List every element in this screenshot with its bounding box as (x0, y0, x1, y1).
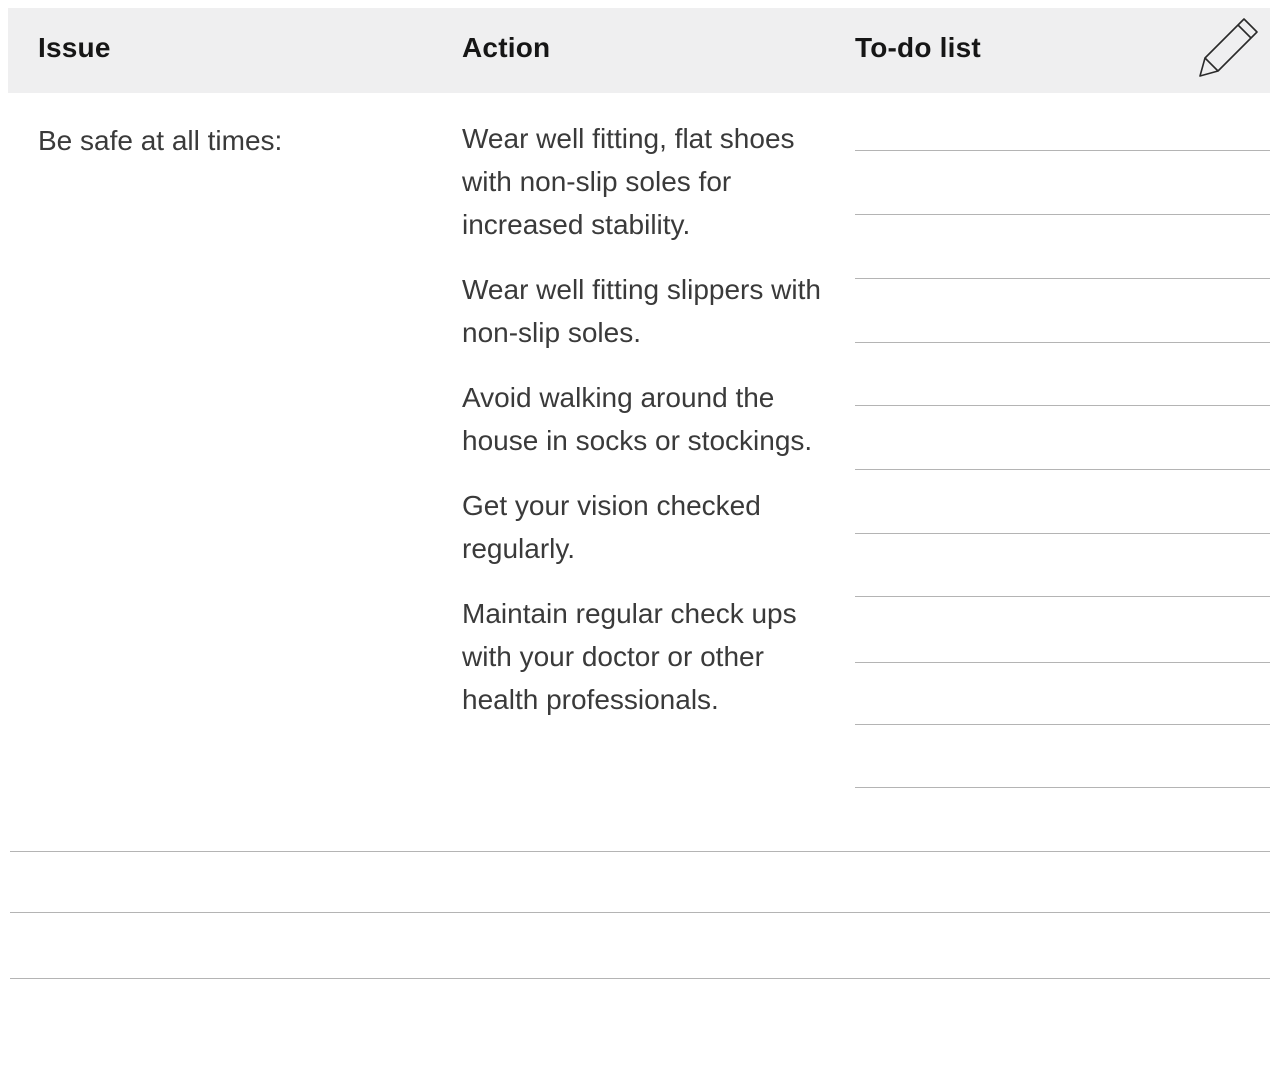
issue-text: Be safe at all times: (38, 125, 283, 156)
issue-column-header: Issue (38, 32, 111, 63)
todo-entry-line[interactable] (855, 596, 1270, 597)
notes-entry-line[interactable] (10, 978, 1270, 979)
todo-entry-line[interactable] (855, 405, 1270, 406)
todo-entry-line[interactable] (855, 787, 1270, 788)
todo-column-header: To-do list (855, 32, 981, 63)
todo-entry-line[interactable] (855, 278, 1270, 279)
action-item: Wear well fitting, flat shoes with non-s… (462, 123, 795, 240)
todo-entry-line[interactable] (855, 150, 1270, 151)
action-item: Wear well fitting slippers with non-slip… (462, 274, 821, 348)
action-item: Avoid walking around the house in socks … (462, 382, 813, 456)
notes-entry-line[interactable] (10, 912, 1270, 913)
todo-entry-line[interactable] (855, 662, 1270, 663)
todo-entry-line[interactable] (855, 469, 1270, 470)
todo-entry-line[interactable] (855, 724, 1270, 725)
action-column-header: Action (462, 32, 551, 63)
action-list: Wear well fitting, flat shoes with non-s… (462, 117, 842, 743)
action-item: Get your vision checked regularly. (462, 490, 761, 564)
todo-entry-line[interactable] (855, 342, 1270, 343)
notes-entry-line[interactable] (10, 851, 1270, 852)
todo-entry-line[interactable] (855, 214, 1270, 215)
action-item: Maintain regular check ups with your doc… (462, 598, 797, 715)
pencil-icon (1199, 18, 1258, 77)
todo-entry-line[interactable] (855, 533, 1270, 534)
table-header (8, 8, 1270, 93)
